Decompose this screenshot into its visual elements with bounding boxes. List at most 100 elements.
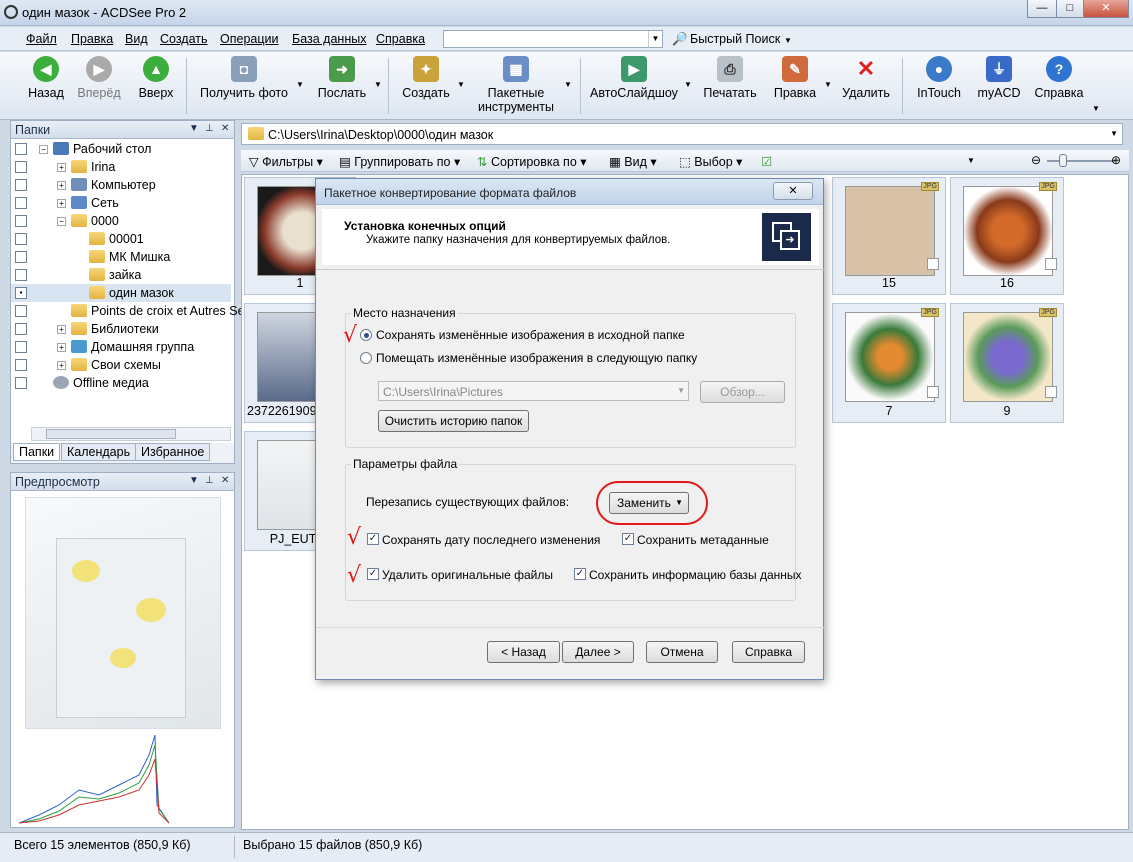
select-button[interactable]: ⬚ Выбор ▾ — [679, 154, 742, 169]
scrollbar-thumb[interactable] — [46, 429, 176, 439]
tree-item-homegroup[interactable]: + Домашняя группа — [11, 338, 231, 356]
keep-date-label[interactable]: Сохранять дату последнего изменения — [382, 533, 600, 547]
checkbox[interactable] — [15, 233, 27, 245]
address-bar[interactable]: C:\Users\Irina\Desktop\0000\один мазок ▼ — [241, 123, 1123, 145]
checkbox[interactable] — [15, 323, 27, 335]
chevron-down-icon[interactable]: ▼ — [457, 80, 465, 89]
expand-icon[interactable]: + — [57, 199, 66, 208]
collapse-icon[interactable]: − — [57, 217, 66, 226]
keep-date-checkbox[interactable]: ✓ — [367, 533, 379, 545]
checkbox[interactable]: ▪ — [15, 287, 27, 299]
tree-item-00001[interactable]: 00001 — [11, 230, 231, 248]
tree-item-computer[interactable]: + Компьютер — [11, 176, 231, 194]
edit-button[interactable]: ✎ Правка — [772, 56, 818, 100]
chevron-down-icon[interactable]: ▼ — [1092, 104, 1100, 113]
next-button[interactable]: Далее > — [562, 641, 634, 663]
tree-item-mk-mishka[interactable]: МК Мишка — [11, 248, 231, 266]
tree-item-irina[interactable]: + Irina — [11, 158, 231, 176]
pin-icon[interactable]: ⊥ — [205, 123, 214, 134]
sort-by-button[interactable]: ⇅ Сортировка по ▾ — [477, 154, 587, 169]
radio-save-source-label[interactable]: Сохранять изменённые изображения в исход… — [376, 328, 685, 342]
minimize-button[interactable]: — — [1027, 0, 1057, 18]
checkbox-icon[interactable]: ☑ — [761, 154, 772, 169]
batch-tools-button[interactable]: ▦ Пакетные инструменты — [474, 56, 558, 114]
tree-item-libraries[interactable]: + Библиотеки — [11, 320, 231, 338]
checkbox[interactable] — [927, 386, 939, 398]
checkbox[interactable] — [15, 251, 27, 263]
group-by-button[interactable]: ▤ Группировать по ▾ — [339, 154, 460, 169]
clear-history-button[interactable]: Очистить историю папок — [378, 410, 529, 432]
checkbox[interactable] — [1045, 386, 1057, 398]
menu-file[interactable]: Файл — [26, 32, 57, 46]
tree-item-network[interactable]: + Сеть — [11, 194, 231, 212]
create-button[interactable]: ✦ Создать — [400, 56, 452, 100]
checkbox[interactable] — [15, 305, 27, 317]
tab-favorites[interactable]: Избранное — [135, 443, 211, 461]
expand-icon[interactable]: + — [57, 163, 66, 172]
checkbox[interactable] — [15, 143, 27, 155]
zoom-out-icon[interactable]: ⊖ — [1031, 153, 1041, 167]
checkbox[interactable] — [15, 377, 27, 389]
expand-icon[interactable]: + — [57, 325, 66, 334]
zoom-slider-thumb[interactable] — [1059, 154, 1067, 167]
tree-item-my-schemes[interactable]: + Свои схемы — [11, 356, 231, 374]
myacd-button[interactable]: ⏚ myACD — [976, 56, 1022, 100]
chevron-down-icon[interactable]: ▼ — [296, 80, 304, 89]
help-button[interactable]: Справка — [732, 641, 805, 663]
menu-database[interactable]: База данных — [292, 32, 366, 46]
chevron-down-icon[interactable]: ▼ — [967, 156, 975, 165]
collapse-icon[interactable]: − — [39, 145, 48, 154]
tree-item-one-stroke[interactable]: ▪ один мазок — [11, 284, 231, 302]
filters-button[interactable]: ▽ Фильтры ▾ — [249, 154, 323, 169]
tree-item-zaika[interactable]: зайка — [11, 266, 231, 284]
thumbnail-item[interactable]: JPG 9 — [950, 303, 1064, 423]
send-button[interactable]: ➜ Послать — [316, 56, 368, 100]
zoom-in-icon[interactable]: ⊕ — [1111, 153, 1121, 167]
radio-other-folder[interactable] — [360, 352, 372, 364]
checkbox[interactable] — [15, 215, 27, 227]
close-button[interactable]: ✕ — [1083, 0, 1129, 18]
search-icon[interactable]: 🔎 — [672, 32, 688, 47]
chevron-down-icon[interactable]: ▼ — [648, 31, 662, 47]
intouch-button[interactable]: ● InTouch — [912, 56, 966, 100]
keep-metadata-label[interactable]: Сохранить метаданные — [637, 533, 769, 547]
keep-db-info-label[interactable]: Сохранить информацию базы данных — [589, 568, 802, 582]
maximize-button[interactable]: □ — [1056, 0, 1084, 18]
tree-item-points-de-croix[interactable]: Points de croix et Autres Se — [11, 302, 245, 320]
get-photo-button[interactable]: ◘ Получить фото — [198, 56, 290, 100]
search-input[interactable]: ▼ — [443, 30, 663, 48]
close-icon[interactable]: ✕ — [221, 475, 229, 486]
keep-db-info-checkbox[interactable]: ✓ — [574, 568, 586, 580]
help-button[interactable]: ? Справка — [1034, 56, 1084, 100]
checkbox[interactable] — [15, 341, 27, 353]
zoom-slider[interactable] — [1047, 160, 1115, 162]
view-button[interactable]: ▦ Вид ▾ — [609, 154, 657, 169]
chevron-down-icon[interactable]: ▼ — [374, 80, 382, 89]
chevron-down-icon[interactable]: ▼ — [189, 123, 199, 134]
print-button[interactable]: ⎙ Печатать — [700, 56, 760, 100]
expand-icon[interactable]: + — [57, 361, 66, 370]
browse-button[interactable]: Обзор... — [700, 381, 785, 403]
pin-icon[interactable]: ⊥ — [205, 475, 214, 486]
delete-originals-label[interactable]: Удалить оригинальные файлы — [382, 568, 553, 582]
quick-search-button[interactable]: Быстрый Поиск — [690, 32, 780, 46]
tab-folders[interactable]: Папки — [13, 443, 61, 461]
slideshow-button[interactable]: ▶ АвтоСлайдшоу — [590, 56, 678, 100]
checkbox[interactable] — [15, 197, 27, 209]
checkbox[interactable] — [15, 161, 27, 173]
chevron-down-icon[interactable]: ▼ — [189, 475, 199, 486]
chevron-down-icon[interactable]: ▼ — [677, 386, 685, 395]
menu-edit[interactable]: Правка — [71, 32, 113, 46]
forward-button[interactable]: ▶ Вперёд — [76, 56, 122, 100]
checkbox[interactable] — [15, 269, 27, 281]
menu-help[interactable]: Справка — [376, 32, 425, 46]
chevron-down-icon[interactable]: ▼ — [684, 80, 692, 89]
checkbox[interactable] — [927, 258, 939, 270]
thumbnail-item[interactable]: JPG 7 — [832, 303, 946, 423]
destination-path-select[interactable]: C:\Users\Irina\Pictures ▼ — [378, 381, 689, 401]
close-icon[interactable]: ✕ — [221, 123, 229, 134]
chevron-down-icon[interactable]: ▼ — [784, 36, 792, 45]
thumbnail-item[interactable]: JPG 16 — [950, 177, 1064, 295]
tree-item-desktop[interactable]: − Рабочий стол — [11, 140, 231, 158]
menu-operations[interactable]: Операции — [220, 32, 278, 46]
